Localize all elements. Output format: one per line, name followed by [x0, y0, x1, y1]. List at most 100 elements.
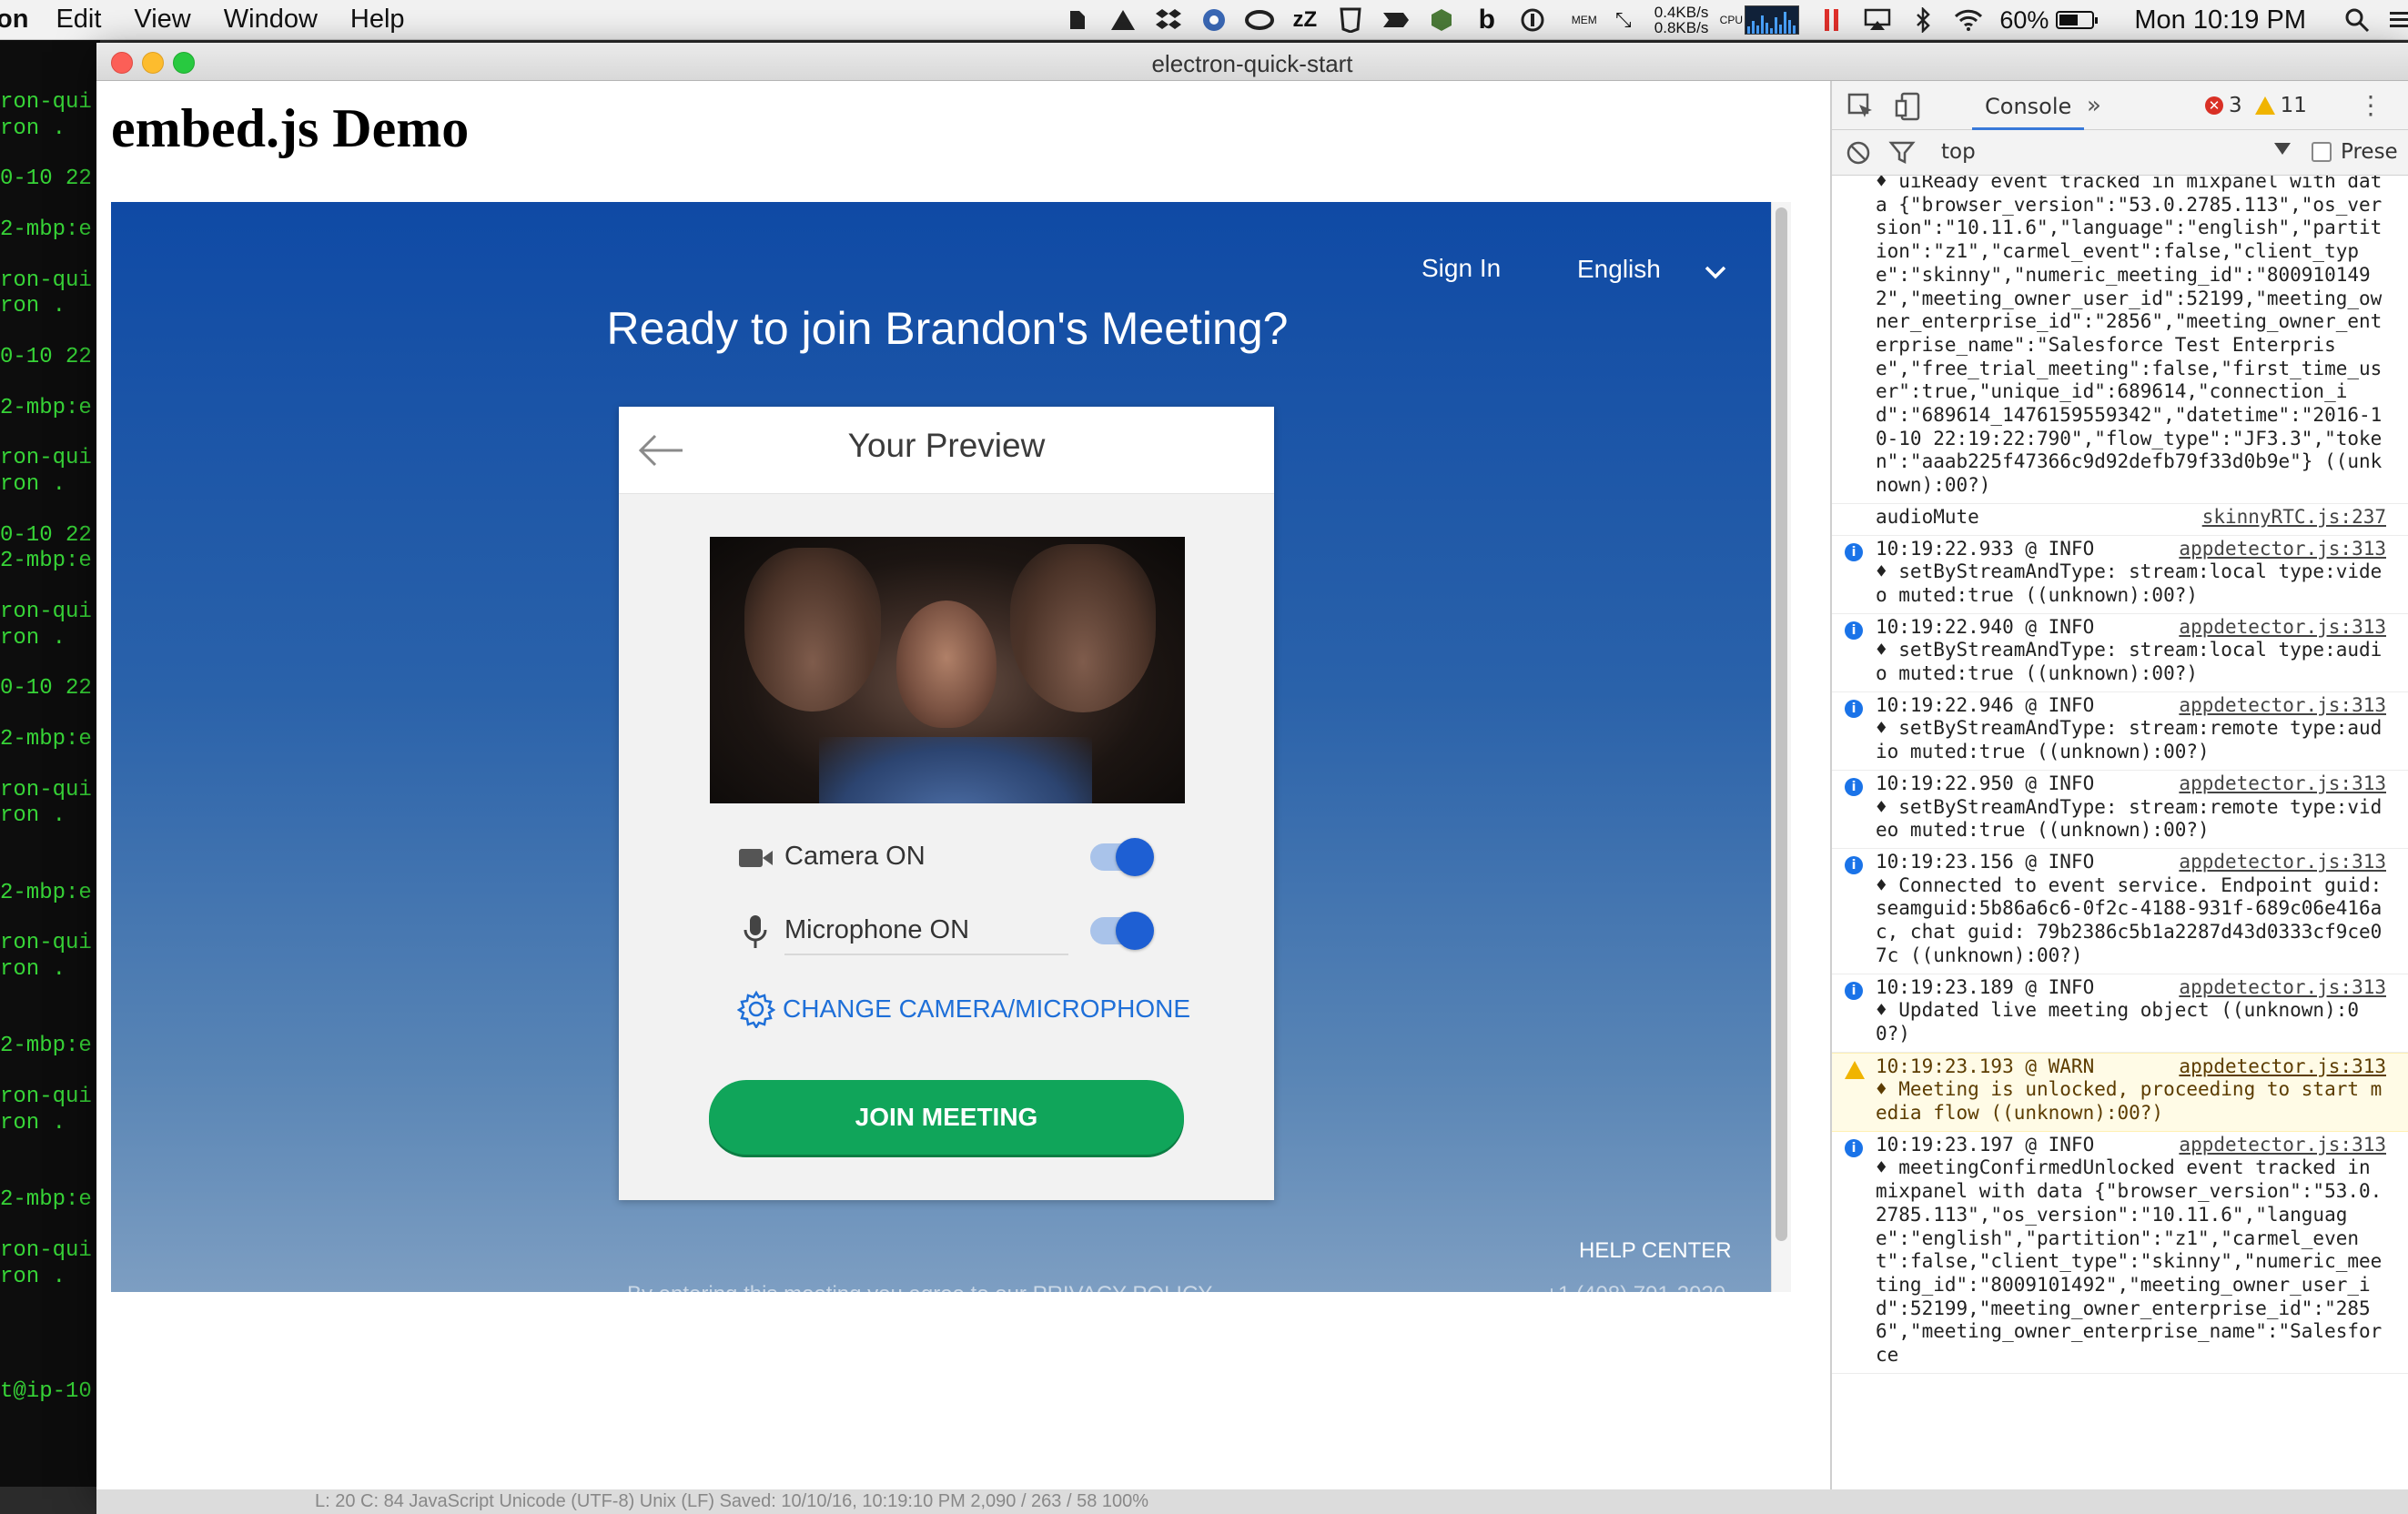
terminal-line: ron . [0, 803, 66, 829]
meeting-embed-frame: Sign In English Ready to join Brandon's … [111, 202, 1784, 1292]
window-titlebar[interactable]: electron-quick-start [96, 43, 2408, 81]
error-warning-counter[interactable]: ✕ 3 11 [2205, 94, 2307, 117]
flags-icon[interactable] [1381, 6, 1411, 34]
ready-prefix: Ready to join [606, 303, 885, 354]
devtools-panel: Console » ✕ 3 11 ⋮ top Prese ♦ uiReady e… [1830, 81, 2408, 1489]
terminal-line: ron . [0, 294, 66, 319]
terminal-line: 2-mbp:e [0, 727, 92, 752]
devtools-toolbar: Console » ✕ 3 11 ⋮ [1832, 81, 2408, 130]
terminal-line: ron-qui [0, 267, 92, 293]
filter-icon[interactable] [1888, 139, 1916, 167]
clock[interactable]: Mon 10:19 PM [2134, 5, 2306, 35]
console-source-link[interactable]: appdetector.js:313 [2175, 772, 2386, 796]
console-log[interactable]: ♦ uiReady event tracked in mixpanel with… [1832, 176, 2408, 1489]
console-entry[interactable]: i 10:19:22.946 @ INFO ♦ setByStreamAndTyp… [1832, 692, 2408, 771]
chevron-down-icon[interactable] [1702, 258, 1729, 286]
console-source-link[interactable]: skinnyRTC.js:237 [2199, 506, 2386, 530]
sign-in-link[interactable]: Sign In [1422, 254, 1501, 283]
console-entry[interactable]: audioMute skinnyRTC.js:237 [1832, 504, 2408, 536]
console-source-link[interactable]: appdetector.js:313 [2175, 538, 2386, 561]
menu-bar: on Edit View Window Help zZ b MEM ⤡ 0.4K… [0, 0, 2408, 40]
terminal-line: ron . [0, 625, 66, 651]
console-entry[interactable]: i 10:19:22.940 @ INFO ♦ setByStreamAndTyp… [1832, 614, 2408, 692]
terminal-line: 0-10 22: [0, 676, 100, 701]
page-content: embed.js Demo Sign In English Ready to j… [96, 81, 1830, 1489]
device-toolbar-icon[interactable] [1894, 92, 1923, 121]
info-icon: i [1845, 542, 1863, 561]
clear-console-icon[interactable] [1845, 139, 1872, 167]
wifi-icon[interactable] [1954, 6, 1983, 34]
battery-icon[interactable] [2056, 11, 2099, 29]
terminal-line: ron . [0, 957, 66, 983]
terminal-line: ron-qui [0, 931, 92, 956]
pause-icon[interactable] [1817, 6, 1846, 34]
console-entry[interactable]: i 10:19:22.950 @ INFO ♦ setByStreamAndTyp… [1832, 771, 2408, 849]
one-password-icon[interactable] [1518, 6, 1547, 34]
tab-console[interactable]: Console [1972, 81, 2085, 130]
menu-app-name[interactable]: on [0, 5, 28, 35]
console-entry[interactable]: i 10:19:23.189 @ INFO ♦ Updated live meet… [1832, 974, 2408, 1053]
warning-count: 11 [2280, 94, 2307, 117]
devtools-menu-icon[interactable]: ⋮ [2358, 90, 2383, 120]
info-icon: i [1845, 1138, 1863, 1157]
evernote-icon[interactable] [1063, 6, 1092, 34]
menu-view[interactable]: View [134, 5, 190, 35]
terminal-line: 0-10 22: [0, 522, 100, 548]
context-selector[interactable]: top [1941, 140, 1976, 164]
change-camera-microphone-link[interactable]: CHANGE CAMERA/MICROPHONE [737, 989, 1190, 1029]
menu-help[interactable]: Help [350, 5, 405, 35]
console-source-link[interactable]: appdetector.js:313 [2175, 616, 2386, 640]
console-filter-bar: top Prese [1832, 130, 2408, 176]
console-entry[interactable]: i 10:19:23.197 @ INFO ♦ meetingConfirmedU… [1832, 1132, 2408, 1374]
console-source-link[interactable]: appdetector.js:313 [2175, 1055, 2386, 1079]
camera-toggle[interactable] [1090, 838, 1154, 876]
microphone-label: Microphone ON [784, 915, 969, 945]
ready-to-join-heading: Ready to join Brandon's Meeting? [111, 302, 1784, 355]
terminal-line: ron . [0, 472, 66, 498]
notification-center-icon[interactable] [2388, 6, 2408, 34]
airplay-icon[interactable] [1863, 6, 1892, 34]
video-camera-icon [739, 849, 773, 867]
search-icon[interactable] [2342, 6, 2372, 34]
console-message: 10:19:23.197 @ INFO ♦ meetingConfirmedUn… [1876, 1133, 2383, 1367]
console-entry[interactable]: i 10:19:22.933 @ INFO ♦ setByStreamAndTyp… [1832, 536, 2408, 614]
preserve-log-checkbox[interactable] [2312, 142, 2332, 162]
console-entry[interactable]: ♦ uiReady event tracked in mixpanel with… [1832, 176, 2408, 504]
camera-app-icon[interactable] [1199, 6, 1229, 34]
cpu-graph [1745, 5, 1800, 35]
language-selector[interactable]: English [1577, 255, 1661, 284]
console-source-link[interactable]: appdetector.js:313 [2175, 694, 2386, 718]
camera-setting-row: Camera ON [737, 836, 1174, 880]
console-entry[interactable]: 10:19:23.193 @ WARN ♦ Meeting is unlocke… [1832, 1052, 2408, 1132]
electron-window: electron-quick-start embed.js Demo Sign … [96, 43, 2408, 1489]
terminal-line: 2-mbp:e [0, 1034, 92, 1059]
hexagon-app-icon[interactable] [1427, 6, 1456, 34]
info-icon: i [1845, 855, 1863, 874]
console-entry[interactable]: i 10:19:23.156 @ INFO ♦ Connected to even… [1832, 849, 2408, 974]
embed-scrollbar[interactable] [1771, 202, 1791, 1292]
creative-cloud-icon[interactable] [1244, 6, 1274, 34]
net-upload: 0.4KB/s [1654, 4, 1709, 21]
help-center-link[interactable]: HELP CENTER [1579, 1238, 1732, 1264]
menu-window[interactable]: Window [224, 5, 318, 35]
dropbox-icon[interactable] [1154, 6, 1183, 34]
microphone-icon [744, 915, 767, 948]
page-title: embed.js Demo [111, 98, 470, 158]
console-source-link[interactable]: appdetector.js:313 [2175, 1134, 2386, 1157]
context-dropdown-icon[interactable] [2274, 143, 2291, 155]
more-tabs-button[interactable]: » [2087, 92, 2101, 119]
bluetooth-icon[interactable] [1908, 6, 1938, 34]
console-message: audioMute [1876, 505, 1979, 528]
google-drive-icon[interactable] [1108, 6, 1138, 34]
error-count: 3 [2229, 94, 2242, 117]
inspect-element-icon[interactable] [1846, 92, 1876, 121]
console-source-link[interactable]: appdetector.js:313 [2175, 976, 2386, 1000]
b-app-icon[interactable]: b [1472, 5, 1502, 35]
camera-state: ON [885, 842, 926, 871]
console-source-link[interactable]: appdetector.js:313 [2175, 851, 2386, 874]
microphone-toggle[interactable] [1090, 912, 1154, 950]
html5-icon[interactable] [1336, 6, 1365, 34]
join-meeting-button[interactable]: JOIN MEETING [709, 1080, 1184, 1155]
sleep-icon[interactable]: zZ [1290, 6, 1320, 34]
menu-edit[interactable]: Edit [56, 5, 101, 35]
